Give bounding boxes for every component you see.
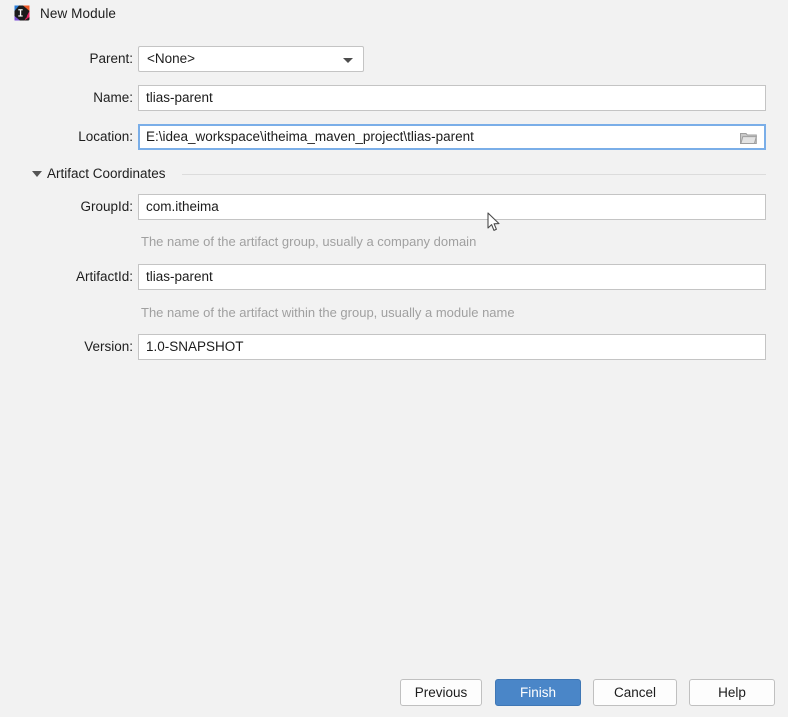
version-input[interactable]: 1.0-SNAPSHOT — [138, 334, 766, 360]
artifactid-label: ArtifactId: — [13, 264, 133, 290]
name-label: Name: — [13, 85, 133, 111]
parent-combobox[interactable]: <None> — [138, 46, 364, 72]
artifact-coordinates-title: Artifact Coordinates — [47, 165, 166, 183]
parent-label-slot: Parent: — [8, 46, 133, 72]
artifactid-label-slot: ArtifactId: — [8, 264, 133, 290]
intellij-idea-logo-icon — [14, 5, 30, 21]
parent-label: Parent: — [13, 46, 133, 72]
artifact-coordinates-group-header[interactable]: Artifact Coordinates — [0, 165, 788, 183]
version-label: Version: — [13, 334, 133, 360]
location-label-slot: Location: — [8, 124, 133, 150]
groupid-label: GroupId: — [13, 194, 133, 220]
chevron-down-icon[interactable] — [343, 58, 353, 63]
location-input[interactable]: E:\idea_workspace\itheima_maven_project\… — [146, 129, 474, 144]
name-label-slot: Name: — [8, 85, 133, 111]
artifactid-input[interactable]: tlias-parent — [138, 264, 766, 290]
dialog-title: New Module — [40, 6, 116, 21]
name-input[interactable]: tlias-parent — [138, 85, 766, 111]
previous-button[interactable]: Previous — [400, 679, 482, 706]
group-separator — [182, 174, 766, 175]
dialog-title-bar: New Module — [0, 0, 788, 26]
groupid-hint: The name of the artifact group, usually … — [141, 234, 476, 250]
parent-selected-value: <None> — [147, 47, 195, 71]
location-label: Location: — [13, 124, 133, 150]
artifactid-hint: The name of the artifact within the grou… — [141, 305, 515, 321]
location-input-wrapper[interactable]: E:\idea_workspace\itheima_maven_project\… — [138, 124, 766, 150]
groupid-label-slot: GroupId: — [8, 194, 133, 220]
version-label-slot: Version: — [8, 334, 133, 360]
parent-row: Parent: — [0, 46, 788, 72]
folder-icon[interactable] — [740, 131, 757, 145]
chevron-down-icon[interactable] — [32, 171, 42, 177]
dialog-content: Parent: <None> Name: tlias-parent Locati… — [0, 26, 788, 717]
groupid-input[interactable]: com.itheima — [138, 194, 766, 220]
cancel-button[interactable]: Cancel — [593, 679, 677, 706]
finish-button[interactable]: Finish — [495, 679, 581, 706]
help-button[interactable]: Help — [689, 679, 775, 706]
